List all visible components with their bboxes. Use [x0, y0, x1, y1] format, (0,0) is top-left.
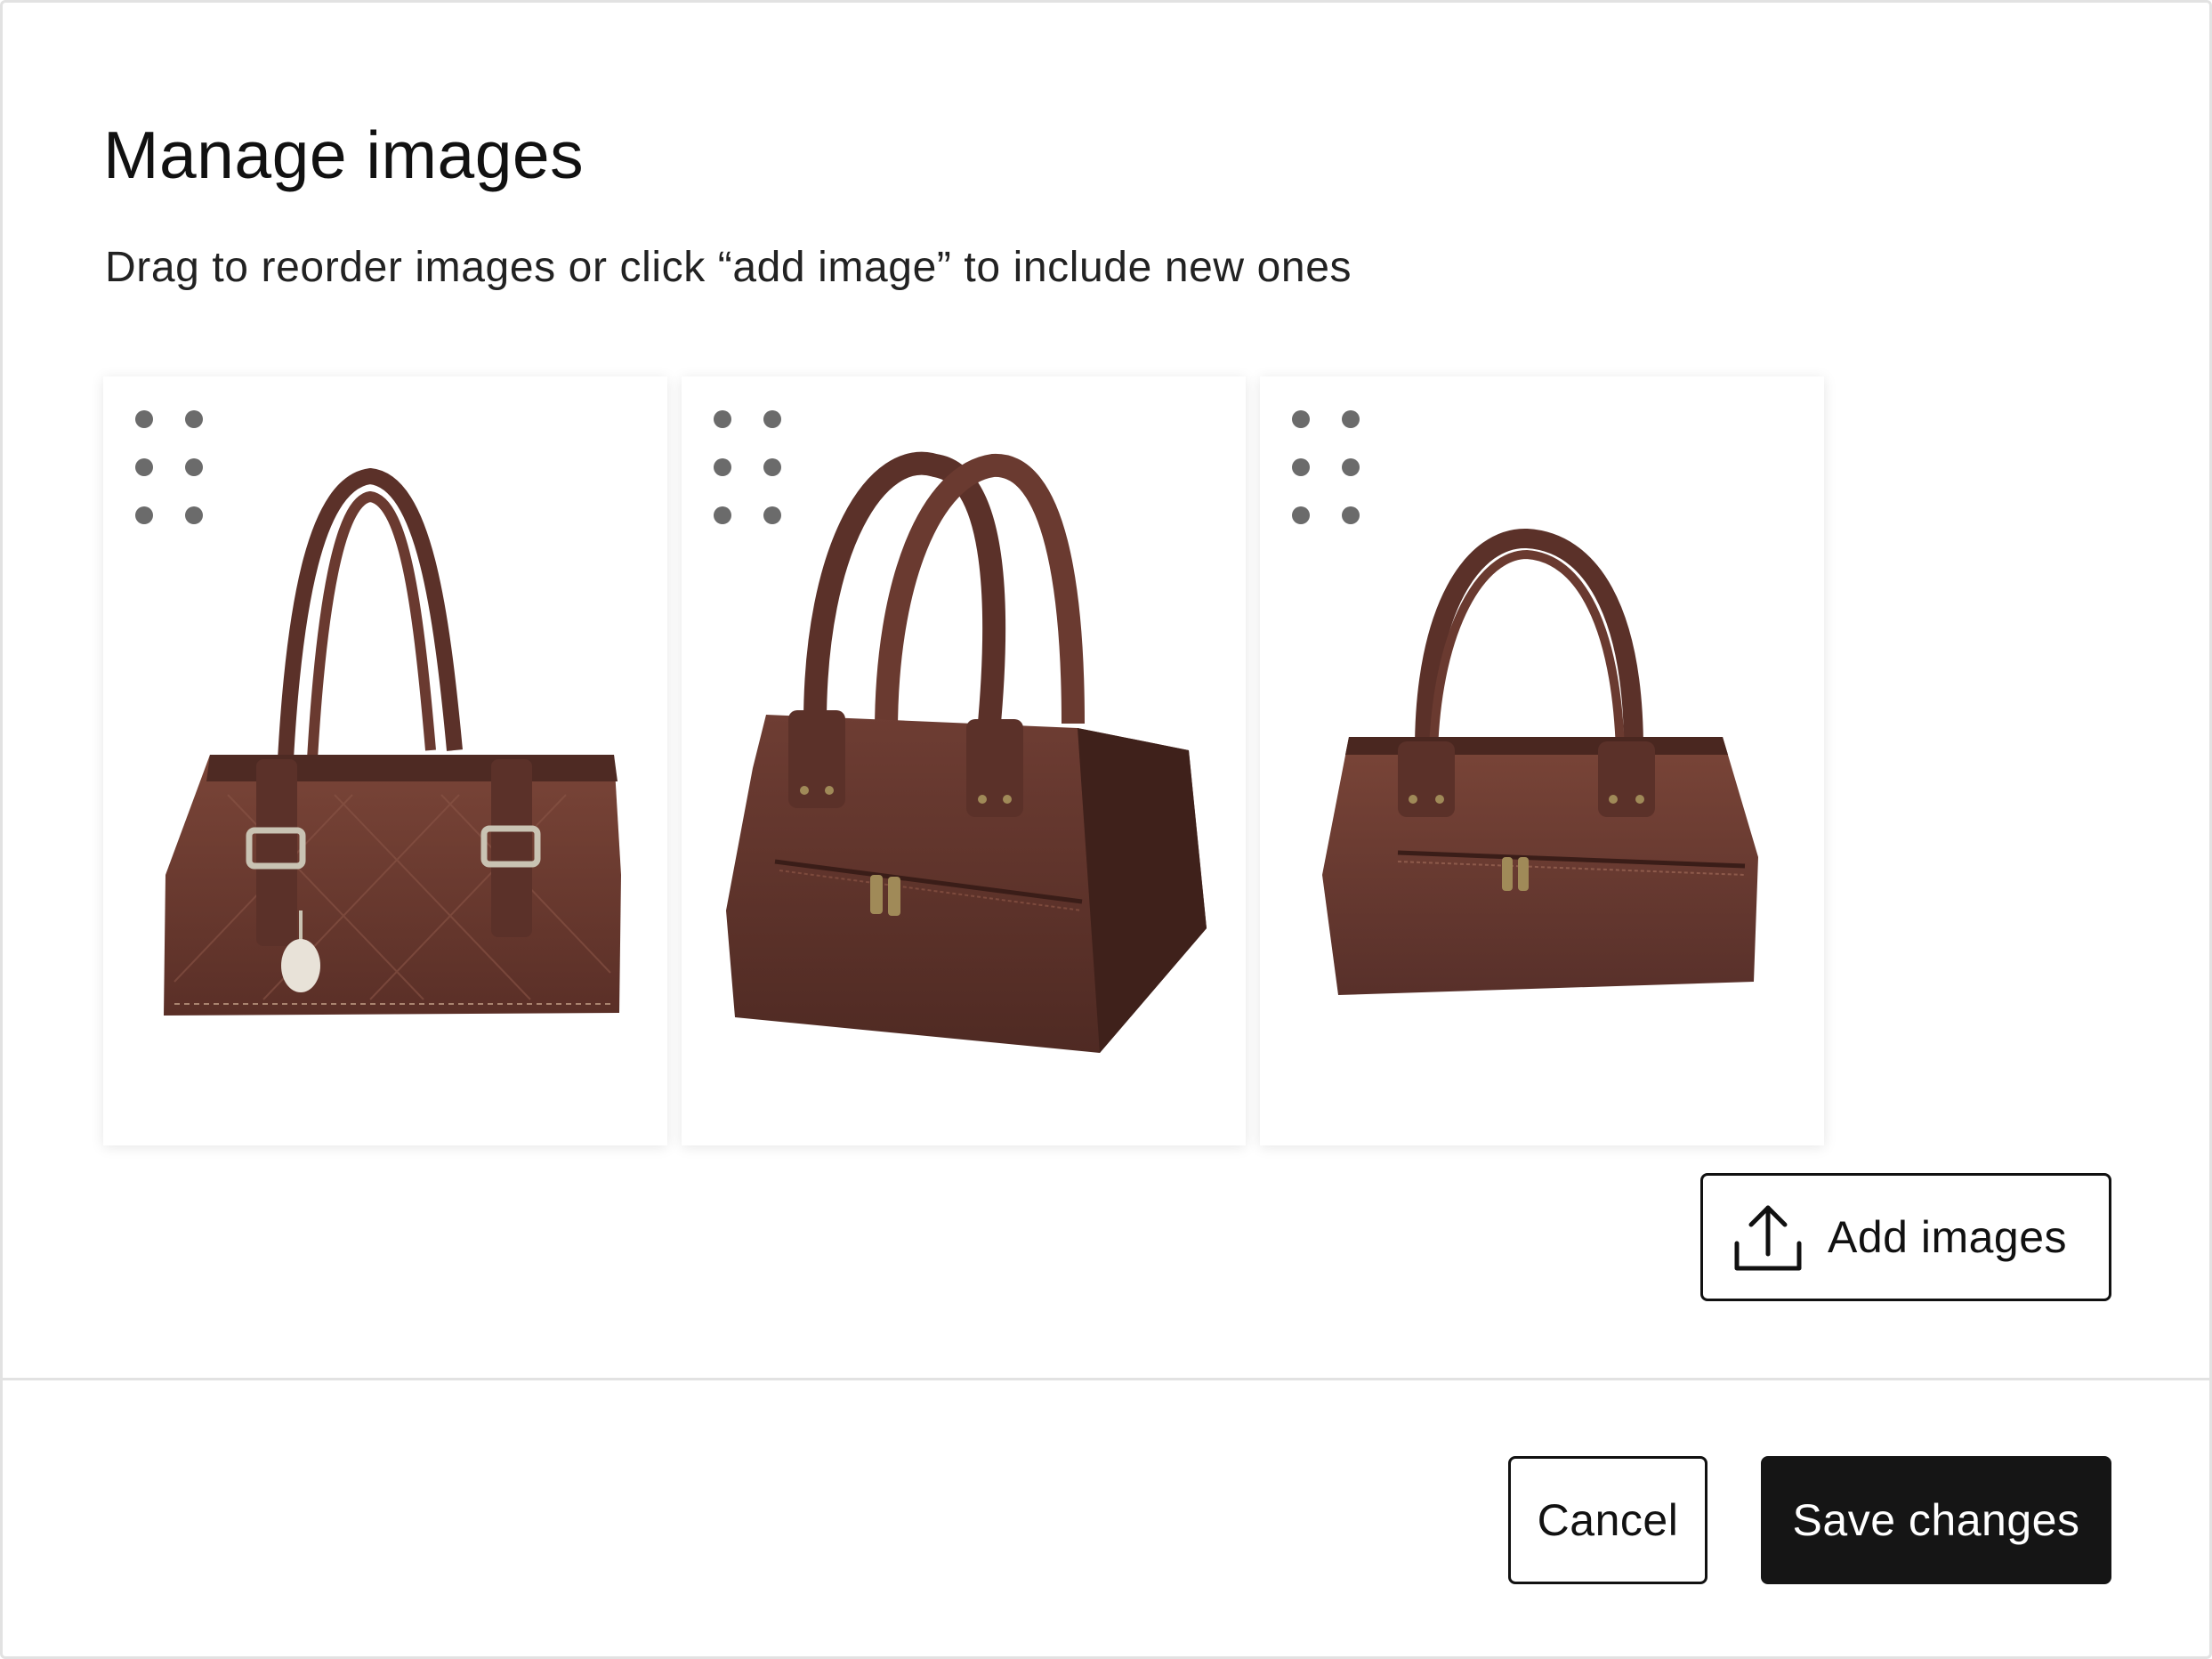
manage-images-dialog: Manage images Drag to reorder images or …	[0, 0, 2212, 1659]
footer-divider	[3, 1378, 2209, 1380]
image-grid	[103, 376, 1824, 1145]
drag-handle-icon[interactable]	[135, 410, 203, 524]
drag-handle-icon[interactable]	[714, 410, 781, 524]
dialog-title: Manage images	[103, 117, 585, 192]
cancel-button[interactable]: Cancel	[1508, 1456, 1707, 1584]
upload-icon	[1734, 1205, 1802, 1271]
dialog-subtitle: Drag to reorder images or click “add ima…	[105, 244, 1352, 291]
add-images-button[interactable]: Add images	[1700, 1173, 2111, 1301]
save-changes-button[interactable]: Save changes	[1761, 1456, 2111, 1584]
image-card-2[interactable]	[682, 376, 1246, 1145]
drag-handle-icon[interactable]	[1292, 410, 1360, 524]
image-card-1[interactable]	[103, 376, 667, 1145]
image-card-3[interactable]	[1260, 376, 1824, 1145]
add-images-label: Add images	[1828, 1212, 2068, 1262]
